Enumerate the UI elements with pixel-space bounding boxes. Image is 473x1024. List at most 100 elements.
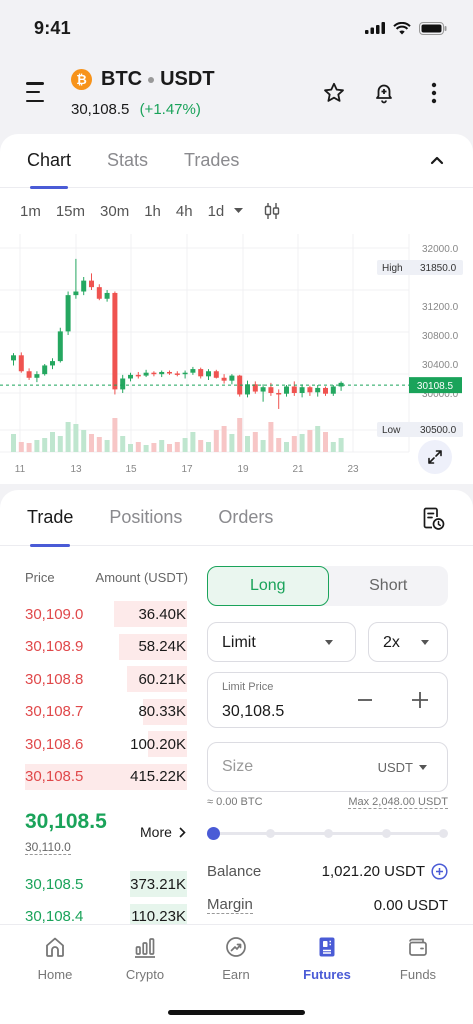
more-button[interactable]: More — [140, 824, 186, 840]
candle — [50, 358, 55, 370]
price-chart[interactable]: 32000.0 31200.0 30800.0 30400.0 30000.0 11 13 1… — [0, 234, 473, 484]
home-indicator — [168, 1010, 305, 1015]
ask-row[interactable]: 30,108.9 58.24K — [25, 633, 187, 660]
timeframe-4h[interactable]: 4h — [176, 203, 193, 220]
more-options-icon[interactable] — [421, 80, 447, 106]
chart-card: Chart Stats Trades 1m 15m 30m 1h 4h 1d 3… — [0, 134, 473, 484]
candle — [143, 369, 149, 378]
size-btc-estimate: ≈ 0.00 BTC — [207, 796, 263, 808]
tab-stats[interactable]: Stats — [107, 134, 148, 188]
volume-bar — [42, 438, 48, 452]
balance-label: Balance — [207, 863, 262, 880]
nav-crypto[interactable]: Crypto — [110, 935, 180, 982]
ask-amount: 60.21K — [138, 670, 186, 688]
nav-home-label: Home — [37, 967, 73, 982]
header-price-line: 30,108.5 (+1.47%) — [71, 101, 201, 118]
volume-bar — [284, 442, 289, 452]
side-selector: Long Short — [207, 566, 448, 606]
tab-orders[interactable]: Orders — [218, 490, 273, 546]
volume-bar — [50, 432, 55, 452]
candle — [65, 291, 71, 335]
bid-row[interactable]: 30,108.4 110.23K — [25, 903, 187, 924]
star-icon[interactable] — [321, 80, 347, 106]
tab-positions[interactable]: Positions — [109, 490, 182, 546]
volume-bar — [112, 418, 118, 452]
wifi-icon — [393, 21, 411, 34]
slider-tick-50[interactable] — [324, 829, 333, 838]
nav-futures[interactable]: Futures — [292, 935, 362, 982]
tab-trade[interactable]: Trade — [27, 490, 73, 547]
bid-row[interactable]: 30,108.5 373.21K — [25, 871, 187, 897]
volume-bar — [57, 436, 63, 452]
date-tick-label: 21 — [292, 464, 304, 475]
increase-price-icon[interactable] — [412, 692, 428, 708]
ask-row[interactable]: 30,108.8 60.21K — [25, 666, 187, 692]
dropdown-caret-icon — [419, 765, 427, 770]
ask-price: 30,108.9 — [25, 638, 84, 655]
timeframe-1d[interactable]: 1d — [208, 203, 244, 220]
price-tick-label: 30800.0 — [422, 331, 459, 342]
volume-bar — [34, 440, 40, 452]
timeframe-30m[interactable]: 30m — [100, 203, 129, 220]
slider-knob[interactable] — [207, 827, 220, 840]
dropdown-caret-icon — [421, 640, 429, 645]
ask-amount: 58.24K — [138, 638, 186, 655]
nav-home[interactable]: Home — [20, 935, 90, 982]
add-funds-icon[interactable] — [431, 863, 448, 880]
size-field[interactable]: Size USDT — [207, 742, 448, 792]
candle — [73, 258, 79, 299]
limit-price-field[interactable]: Limit Price 30,108.5 — [207, 672, 448, 728]
nav-earn[interactable]: Earn — [201, 935, 271, 982]
timeframe-row: 1m 15m 30m 1h 4h 1d — [0, 188, 473, 234]
wallet-icon — [409, 938, 427, 956]
ask-row[interactable]: 30,108.5 415.22K — [25, 763, 187, 790]
volume-bar — [182, 438, 188, 452]
timeframe-1h[interactable]: 1h — [144, 203, 161, 220]
expand-chart-button[interactable] — [418, 440, 452, 474]
slider-tick-100[interactable] — [439, 829, 448, 838]
tab-trades[interactable]: Trades — [184, 134, 239, 188]
ask-row[interactable]: 30,108.7 80.33K — [25, 698, 187, 725]
candlestick-chart: 32000.031200.030800.030400.030000.011 13 1… — [0, 234, 463, 475]
timeframe-15m[interactable]: 15m — [56, 203, 85, 220]
timeframe-1m[interactable]: 1m — [20, 203, 41, 220]
order-type-select[interactable]: Limit — [207, 622, 356, 662]
ask-amount: 100.20K — [130, 735, 186, 753]
ask-row[interactable]: 30,108.6 100.20K — [25, 731, 187, 757]
order-history-icon[interactable] — [421, 506, 447, 537]
slider-tick-75[interactable] — [382, 829, 391, 838]
short-button[interactable]: Short — [329, 566, 449, 606]
size-unit[interactable]: USDT — [378, 760, 413, 775]
size-slider[interactable] — [207, 826, 448, 840]
long-button[interactable]: Long — [207, 566, 329, 606]
price-alert-icon[interactable] — [371, 80, 397, 106]
chevron-up-icon[interactable] — [429, 152, 445, 173]
limit-price-input[interactable]: 30,108.5 — [222, 703, 284, 721]
expand-icon — [428, 450, 442, 464]
decrease-price-icon[interactable] — [358, 698, 372, 702]
volume-bar — [128, 444, 133, 452]
ask-row[interactable]: 30,109.0 36.40K — [25, 601, 187, 627]
nav-funds[interactable]: Funds — [383, 935, 453, 982]
volume-bar — [237, 418, 243, 452]
candle — [213, 369, 219, 379]
volume-bar — [206, 442, 211, 452]
indicator-icon[interactable] — [264, 202, 280, 220]
volume-bar — [89, 434, 94, 452]
volume-bar — [159, 440, 165, 452]
trading-pair[interactable]: BTC USDT — [101, 68, 215, 91]
candle — [34, 371, 40, 383]
price-column-header: Price — [25, 570, 55, 585]
tab-chart[interactable]: Chart — [27, 134, 71, 189]
base-asset: BTC — [101, 68, 143, 90]
candle — [96, 284, 102, 301]
size-placeholder: Size — [222, 758, 254, 775]
chart-tabs: Chart Stats Trades — [0, 134, 473, 189]
volume-bar — [18, 442, 24, 452]
leverage-select[interactable]: 2x — [368, 622, 448, 662]
slider-tick-25[interactable] — [266, 829, 275, 838]
more-label: More — [140, 824, 172, 840]
menu-button[interactable] — [26, 82, 48, 102]
max-size: Max 2,048.00 USDT — [348, 796, 448, 809]
ask-price: 30,108.8 — [25, 670, 84, 688]
